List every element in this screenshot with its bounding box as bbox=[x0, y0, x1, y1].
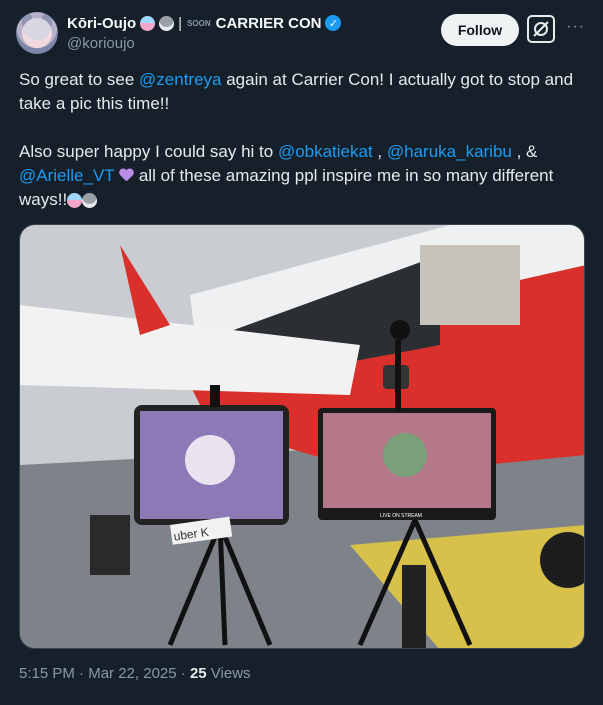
meta-separator: · bbox=[176, 665, 190, 682]
tweet-text-segment: , & bbox=[511, 142, 538, 161]
avatar-face bbox=[22, 18, 52, 48]
verified-badge-icon[interactable]: ✓ bbox=[325, 15, 342, 31]
stream-label: LIVE ON STREAM bbox=[380, 513, 422, 519]
author-name-row[interactable]: Kōri-Oujo | SOON CARRIER CON ✓ bbox=[67, 13, 342, 33]
tweet-paragraph-1: So great to see @zentreya again at Carri… bbox=[19, 68, 589, 116]
mic-right-stand bbox=[395, 340, 401, 410]
tweet-photo[interactable]: LIVE ON STREAM uber K bbox=[19, 224, 585, 649]
more-options-button[interactable]: ··· bbox=[566, 18, 585, 36]
name-tail: CARRIER CON bbox=[215, 14, 322, 32]
name-suffix-small: SOON bbox=[187, 18, 211, 28]
mention-zentreya[interactable]: @zentreya bbox=[139, 70, 221, 89]
name-separator: | bbox=[178, 14, 183, 32]
tweet-date[interactable]: Mar 22, 2025 bbox=[88, 665, 176, 682]
grok-icon[interactable] bbox=[527, 15, 555, 43]
display-name[interactable]: Kōri-Oujo bbox=[67, 15, 136, 32]
tweet-text-segment: , bbox=[372, 142, 387, 161]
shaved-ice-emoji-icon bbox=[67, 193, 83, 209]
mention-obkatiekat[interactable]: @obkatiekat bbox=[278, 142, 373, 161]
monitor-right-character bbox=[383, 433, 427, 477]
avatar[interactable] bbox=[16, 12, 58, 54]
grok-glyph bbox=[533, 21, 549, 37]
mic-right bbox=[390, 320, 410, 340]
shaved-ice-emoji-icon bbox=[140, 15, 156, 31]
photo-scene: LIVE ON STREAM uber K bbox=[20, 225, 584, 648]
author-handle[interactable]: @korioujo bbox=[67, 35, 135, 52]
tweet-text-segment: Also super happy I could say hi to bbox=[19, 142, 278, 161]
tweet-time[interactable]: 5:15 PM bbox=[19, 665, 75, 682]
tweet-text-segment: So great to see bbox=[19, 70, 140, 89]
mic-left bbox=[210, 385, 220, 407]
views-label: Views bbox=[206, 665, 251, 682]
plane-vent bbox=[420, 245, 520, 325]
tablet-left-character bbox=[185, 435, 235, 485]
purple-heart-emoji-icon bbox=[119, 169, 134, 183]
raccoon-emoji-icon bbox=[159, 15, 175, 31]
tweet-paragraph-2: Also super happy I could say hi to @obka… bbox=[19, 140, 589, 212]
views-count: 25 bbox=[189, 665, 207, 682]
raccoon-emoji-icon bbox=[82, 193, 98, 209]
meta-separator: · bbox=[74, 665, 89, 682]
tweet-meta: 5:15 PM · Mar 22, 2025 · 25 Views bbox=[19, 665, 251, 682]
mention-haruka-karibu[interactable]: @haruka_karibu bbox=[387, 142, 512, 161]
follow-button[interactable]: Follow bbox=[441, 14, 519, 46]
tripod-right-pole bbox=[402, 565, 426, 648]
mention-arielle-vt[interactable]: @Arielle_VT bbox=[19, 166, 114, 185]
tweet-text: So great to see @zentreya again at Carri… bbox=[19, 68, 589, 212]
chock bbox=[90, 515, 130, 575]
